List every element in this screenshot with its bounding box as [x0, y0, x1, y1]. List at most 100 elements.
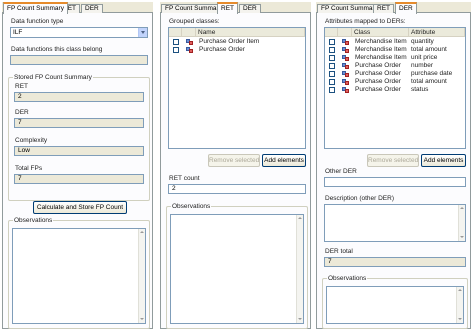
class-column-header[interactable]: Class	[352, 28, 409, 37]
row-checkbox[interactable]	[173, 39, 179, 45]
tab-content: Attributes mapped to DERs: Class Attribu…	[316, 13, 471, 329]
row-checkbox[interactable]	[173, 47, 179, 53]
class-name: Purchase Order Item	[199, 38, 260, 45]
description-label: Description (other DER)	[325, 195, 394, 202]
scroll-up-icon[interactable]	[459, 205, 465, 212]
icon-column-header	[182, 28, 196, 37]
scroll-up-icon[interactable]	[139, 229, 145, 236]
total-fps-value: 7	[14, 174, 144, 184]
tab-bar: FP Count Summary RET DER	[160, 2, 311, 14]
other-der-field[interactable]	[324, 177, 466, 187]
class-icon	[342, 79, 349, 85]
attribute-cell: number	[411, 62, 434, 69]
der-total-label: DER total	[325, 248, 353, 255]
row-checkbox[interactable]	[329, 47, 335, 53]
data-functions-label: Data functions this class belong	[11, 46, 103, 53]
class-cell: Purchase Order	[355, 78, 401, 85]
scroll-down-icon[interactable]	[459, 234, 465, 241]
class-icon	[342, 47, 349, 53]
tab-der[interactable]: DER	[239, 4, 261, 13]
icon-column-header	[338, 28, 352, 37]
observations-textarea[interactable]	[12, 228, 146, 324]
table-row[interactable]: Merchandise Item total amount	[325, 46, 465, 54]
tab-fp-count-summary[interactable]: FP Count Summary	[3, 2, 68, 14]
total-fps-label: Total FPs	[15, 165, 43, 172]
ret-panel: FP Count Summary RET DER Grouped classes…	[160, 2, 311, 329]
table-row[interactable]: Merchandise Item unit price	[325, 54, 465, 62]
scrollbar[interactable]	[138, 229, 145, 323]
attribute-cell: status	[411, 86, 429, 93]
attribute-column-header[interactable]: Attribute	[409, 28, 465, 37]
attribute-cell: total amount	[411, 46, 447, 53]
chevron-down-icon[interactable]	[138, 28, 147, 37]
name-column-header[interactable]: Name	[196, 28, 305, 37]
remove-selected-button[interactable]: Remove selected	[367, 154, 419, 167]
scroll-down-icon[interactable]	[297, 316, 303, 323]
attributes-table[interactable]: Class Attribute Merchandise Item quantity…	[324, 27, 466, 149]
checkbox-column-header	[169, 28, 182, 37]
row-checkbox[interactable]	[329, 63, 335, 69]
scroll-down-icon[interactable]	[457, 316, 463, 323]
tab-ret[interactable]: RET	[217, 2, 238, 14]
table-row[interactable]: Purchase Order	[169, 46, 305, 54]
scroll-down-icon[interactable]	[139, 316, 145, 323]
stored-fp-summary-group: Stored FP Count Summary RET 2 DER 7 Comp…	[8, 74, 150, 201]
data-function-type-select[interactable]: ILF	[10, 27, 148, 38]
calculate-store-button[interactable]: Calculate and Store FP Count	[33, 201, 127, 214]
observations-textarea[interactable]	[170, 214, 304, 324]
row-checkbox[interactable]	[329, 87, 335, 93]
row-checkbox[interactable]	[329, 55, 335, 61]
ret-count-label: RET count	[169, 175, 200, 182]
remove-selected-button[interactable]: Remove selected	[208, 154, 260, 167]
tab-content: Data function type ILF Data functions th…	[2, 13, 153, 329]
stored-summary-title: Stored FP Count Summary	[13, 74, 93, 81]
data-functions-field	[10, 55, 148, 65]
table-header: Name	[169, 28, 305, 37]
class-icon	[342, 39, 349, 45]
tab-bar: FP Count Summary RET DER	[2, 2, 153, 14]
tab-der[interactable]: DER	[395, 2, 417, 14]
attribute-cell: purchase date	[411, 70, 453, 77]
table-row[interactable]: Purchase Order purchase date	[325, 70, 465, 78]
ret-count-field[interactable]: 2	[168, 184, 306, 194]
class-icon	[342, 63, 349, 69]
scroll-up-icon[interactable]	[297, 215, 303, 222]
add-elements-button[interactable]: Add elements	[421, 154, 466, 167]
class-cell: Purchase Order	[355, 86, 401, 93]
class-cell: Purchase Order	[355, 62, 401, 69]
class-icon	[342, 71, 349, 77]
table-row[interactable]: Purchase Order total amount	[325, 78, 465, 86]
der-label: DER	[15, 109, 29, 116]
observations-group: Observations	[322, 275, 468, 329]
grouped-classes-table[interactable]: Name Purchase Order Item Purchase Order	[168, 27, 306, 149]
scrollbar[interactable]	[458, 205, 465, 241]
other-der-label: Other DER	[325, 168, 357, 175]
table-row[interactable]: Merchandise Item quantity	[325, 38, 465, 46]
table-row[interactable]: Purchase Order number	[325, 62, 465, 70]
der-value: 7	[14, 118, 144, 128]
class-icon	[342, 55, 349, 61]
observations-group: Observations	[8, 217, 150, 329]
der-panel: FP Count Summary RET DER Attributes mapp…	[316, 2, 471, 329]
observations-title: Observations	[171, 203, 212, 210]
observations-textarea[interactable]	[326, 286, 464, 324]
scrollbar[interactable]	[456, 287, 463, 323]
scroll-up-icon[interactable]	[457, 287, 463, 294]
attributes-label: Attributes mapped to DERs:	[325, 18, 406, 25]
data-function-type-value: ILF	[13, 29, 23, 36]
row-checkbox[interactable]	[329, 39, 335, 45]
der-total-field: 7	[324, 257, 466, 267]
tab-der[interactable]: DER	[81, 4, 103, 13]
observations-group: Observations	[166, 203, 308, 329]
tab-ret[interactable]: RET	[373, 4, 394, 13]
row-checkbox[interactable]	[329, 71, 335, 77]
row-checkbox[interactable]	[329, 79, 335, 85]
description-textarea[interactable]	[324, 204, 466, 242]
class-cell: Merchandise Item	[355, 46, 407, 53]
scrollbar[interactable]	[296, 215, 303, 323]
class-icon	[186, 39, 193, 45]
add-elements-button[interactable]: Add elements	[262, 154, 306, 167]
table-row[interactable]: Purchase Order Item	[169, 38, 305, 46]
table-row[interactable]: Purchase Order status	[325, 86, 465, 94]
table-header: Class Attribute	[325, 28, 465, 37]
